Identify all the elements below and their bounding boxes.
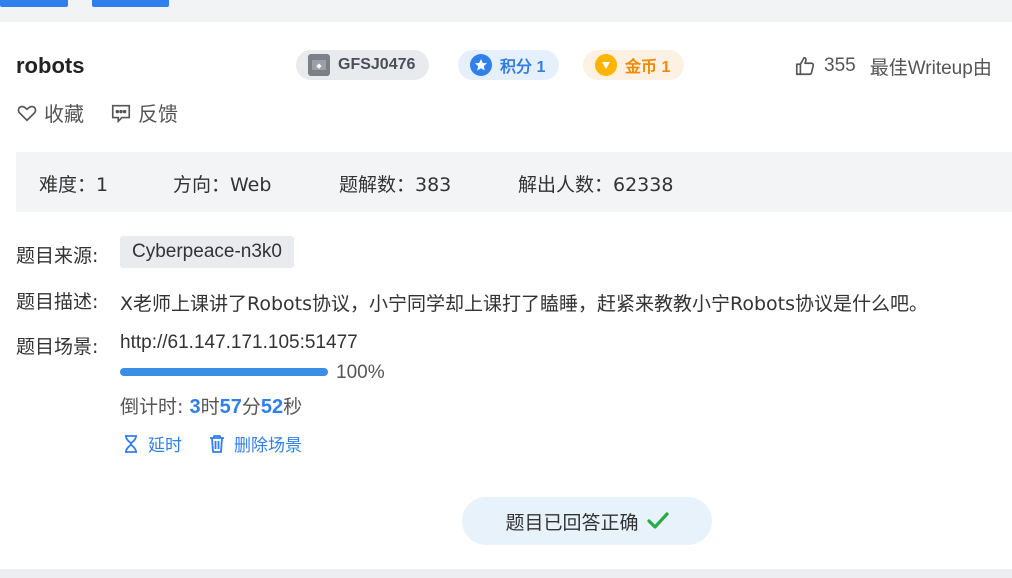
countdown-minutes: 57: [219, 396, 242, 418]
challenge-card: robots ◆ GFSJ0476 积分 1 金币 1 355 最佳Writeu…: [0, 22, 1012, 569]
favorite-label: 收藏: [44, 102, 84, 126]
difficulty-stat: 难度：1: [39, 174, 109, 196]
challenge-thumbnail-icon: ◆: [308, 54, 330, 76]
source-tag: Cyberpeace-n3k0: [120, 236, 294, 268]
source-label: 题目来源:: [16, 245, 99, 267]
feedback-button[interactable]: 反馈: [110, 98, 178, 127]
check-icon: [646, 512, 669, 529]
top-tab-bar: [0, 0, 1012, 22]
answered-status: 题目已回答正确: [462, 497, 712, 545]
bottom-divider: [0, 569, 1012, 578]
direction-stat: 方向：Web: [173, 174, 272, 196]
stats-bar: 难度：1 方向：Web 题解数：383 解出人数：62338: [16, 152, 1012, 212]
feedback-label: 反馈: [138, 102, 178, 126]
hourglass-icon: [125, 434, 137, 453]
score-text: 积分 1: [500, 59, 546, 76]
coin-badge: 金币 1: [583, 50, 685, 80]
score-icon: [470, 54, 492, 76]
delete-scene-label: 删除场景: [234, 436, 302, 456]
top-tab-1[interactable]: [0, 0, 68, 7]
description-text: X老师上课讲了Robots协议，小宁同学却上课打了瞌睡，赶紧来教教小宁Robot…: [120, 293, 929, 315]
answered-text: 题目已回答正确: [505, 511, 639, 534]
trash-icon: [210, 434, 224, 453]
favorite-button[interactable]: 收藏: [16, 98, 84, 127]
countdown-hours-unit: 时: [200, 396, 220, 418]
feedback-icon: [111, 104, 131, 123]
description-label: 题目描述:: [16, 291, 99, 313]
coin-text: 金币 1: [625, 59, 671, 76]
countdown-prefix: 倒计时:: [120, 396, 190, 418]
scene-progress-bar: [120, 368, 328, 376]
thumbs-up-icon[interactable]: [794, 55, 816, 77]
solvers-stat: 解出人数：62338: [518, 174, 674, 196]
scene-ops: 延时 删除场景: [122, 431, 328, 456]
likes-area: 355 最佳Writeup由: [794, 52, 992, 80]
scene-url-link[interactable]: http://61.147.171.105:51477: [120, 332, 358, 354]
solves-stat: 题解数：383: [339, 174, 452, 196]
scene-progress-fill: [120, 368, 328, 376]
scene-label: 题目场景:: [16, 336, 99, 358]
best-writeup-link[interactable]: 最佳Writeup由: [870, 53, 992, 80]
extend-label: 延时: [148, 436, 182, 456]
countdown-seconds: 52: [260, 396, 284, 418]
svg-text:◆: ◆: [316, 62, 322, 70]
challenge-id-badge: ◆ GFSJ0476: [296, 50, 430, 80]
heart-icon: [17, 105, 37, 122]
countdown-hours: 3: [189, 396, 201, 418]
countdown-seconds-unit: 秒: [283, 396, 303, 418]
coin-icon: [595, 54, 617, 76]
extend-button[interactable]: 延时: [122, 431, 182, 456]
countdown-minutes-unit: 分: [241, 396, 261, 418]
countdown: 倒计时: 3时57分52秒: [120, 392, 302, 419]
scene-progress-text: 100%: [336, 362, 385, 383]
delete-scene-button[interactable]: 删除场景: [208, 431, 302, 456]
top-tab-2[interactable]: [92, 0, 169, 7]
score-badge: 积分 1: [458, 50, 560, 80]
action-bar: 收藏 反馈: [16, 98, 204, 127]
likes-count: 355: [824, 55, 856, 76]
challenge-id-text: GFSJ0476: [338, 56, 416, 73]
challenge-title: robots: [16, 53, 85, 78]
